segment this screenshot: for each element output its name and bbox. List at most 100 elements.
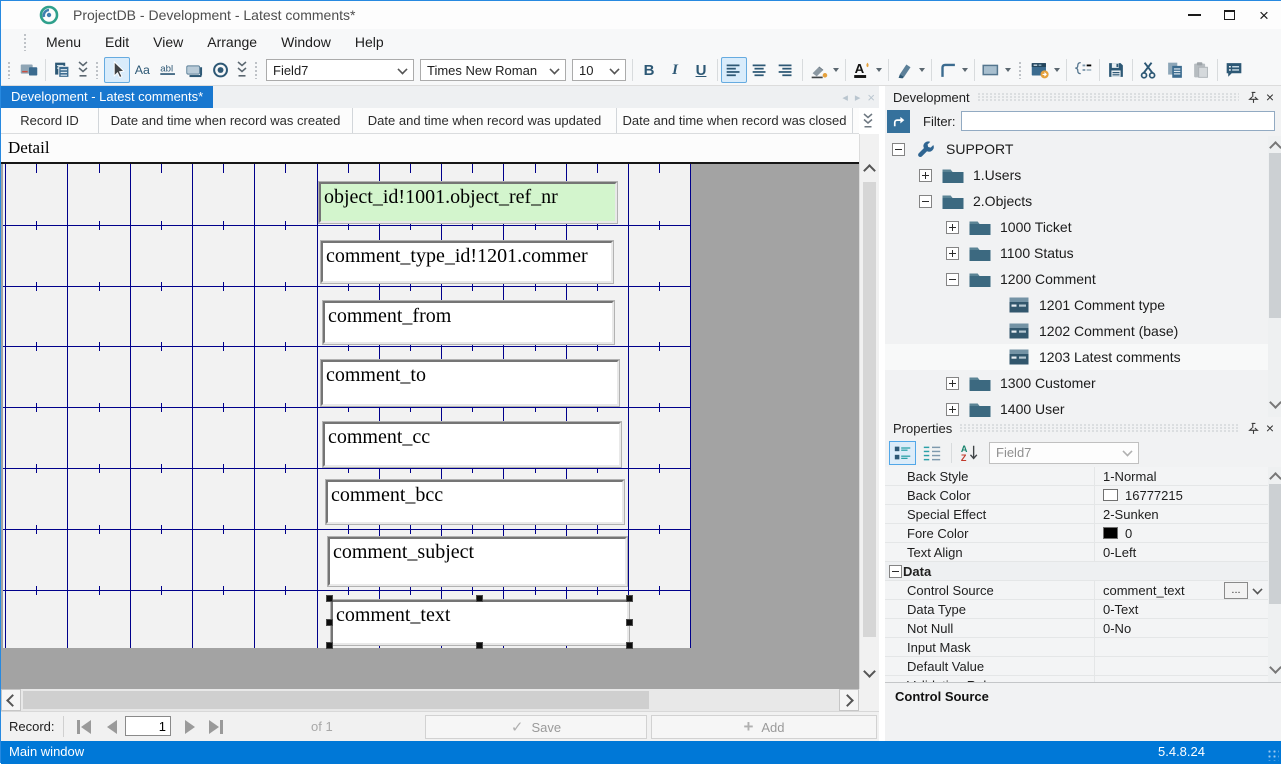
expand-plus-icon[interactable] (919, 169, 932, 182)
highlighter-icon[interactable] (892, 57, 918, 83)
designer-horizontal-scrollbar[interactable] (1, 689, 859, 711)
font-color-icon[interactable]: A (849, 57, 875, 83)
align-left-icon[interactable] (721, 57, 747, 83)
tree-item-1203-latest-comments[interactable]: 1203 Latest comments (885, 344, 1268, 370)
underline-icon[interactable]: U (688, 57, 714, 83)
minimize-button[interactable] (1179, 1, 1209, 29)
close-button[interactable]: × (1249, 1, 1279, 29)
property-row-not-null[interactable]: Not Null0-No (885, 619, 1268, 638)
form-field-comment-text[interactable]: comment_text (331, 600, 629, 645)
chevron-down-icon[interactable] (876, 68, 882, 72)
add-button[interactable]: + Add (651, 715, 877, 739)
scroll-down-icon[interactable] (1271, 663, 1280, 681)
font-size-combo[interactable]: 10 (572, 59, 626, 81)
selection-handle[interactable] (326, 619, 333, 626)
toolbar-overflow-chevron[interactable] (75, 57, 91, 83)
designer-workspace[interactable]: object_id!1001.object_ref_nrcomment_type… (1, 164, 859, 689)
tree-scroll-thumb[interactable] (1269, 153, 1281, 318)
scroll-right-button[interactable] (839, 689, 859, 711)
column-header-1[interactable]: Record ID (1, 108, 99, 133)
filter-go-button[interactable] (887, 110, 910, 133)
form-field-comment-cc[interactable]: comment_cc (323, 422, 621, 467)
tree-item-support[interactable]: SUPPORT (885, 136, 1268, 162)
menu-item-arrange[interactable]: Arrange (195, 29, 269, 55)
chevron-down-icon[interactable] (833, 68, 839, 72)
selection-handle[interactable] (626, 595, 633, 602)
property-row-back-style[interactable]: Back Style1-Normal (885, 467, 1268, 486)
toolbar-grip[interactable] (1018, 61, 1023, 79)
next-record-button[interactable] (179, 718, 201, 735)
tree-item-1200-comment[interactable]: 1200 Comment (885, 266, 1268, 292)
property-object-combo[interactable]: Field7 (989, 442, 1139, 464)
border-corner-icon[interactable] (935, 57, 961, 83)
property-row-fore-color[interactable]: Fore Color0 (885, 524, 1268, 543)
pin-icon[interactable] (1246, 420, 1262, 436)
tree-item-1201-comment-type[interactable]: 1201 Comment type (885, 292, 1268, 318)
italic-icon[interactable]: I (662, 57, 688, 83)
fill-color-icon[interactable] (806, 57, 832, 83)
property-row-special-effect[interactable]: Special Effect2-Sunken (885, 505, 1268, 524)
select-cursor-icon[interactable] (104, 57, 130, 83)
menu-item-menu[interactable]: Menu (34, 29, 93, 55)
form-field-comment-type-id-1201-commer[interactable]: comment_type_id!1201.commer (321, 241, 613, 283)
property-row-control-source[interactable]: Control Sourcecomment_text... (885, 581, 1268, 600)
paste-icon[interactable] (1188, 57, 1214, 83)
toolbar-grip[interactable] (95, 61, 100, 79)
property-value[interactable]: 16777215 (1125, 488, 1183, 503)
tab-development-latest-comments[interactable]: Development - Latest comments* (1, 86, 213, 108)
maximize-button[interactable] (1214, 1, 1244, 29)
scroll-up-icon[interactable] (865, 162, 874, 180)
textbox-tool-icon[interactable]: abl (156, 57, 182, 83)
cut-icon[interactable] (1136, 57, 1162, 83)
bold-icon[interactable]: B (636, 57, 662, 83)
tab-scroll-right-icon[interactable]: ▸ (855, 91, 861, 104)
horizontal-scroll-thumb[interactable] (23, 691, 649, 709)
selection-handle[interactable] (326, 642, 333, 649)
menu-item-help[interactable]: Help (343, 29, 396, 55)
tree-item-1100-status[interactable]: 1100 Status (885, 240, 1268, 266)
font-name-combo[interactable]: Times New Roman (420, 59, 566, 81)
form-field-comment-from[interactable]: comment_from (323, 301, 614, 344)
selection-handle[interactable] (476, 595, 483, 602)
vertical-scroll-thumb[interactable] (863, 182, 876, 637)
tree-item-1400-user[interactable]: 1400 User (885, 396, 1268, 417)
menu-grip[interactable] (23, 33, 28, 51)
detail-section-band[interactable]: Detail (1, 134, 859, 164)
column-header-2[interactable]: Date and time when record was created (99, 108, 353, 133)
chevron-down-icon[interactable] (1005, 68, 1011, 72)
toolbar-grip[interactable] (254, 61, 259, 79)
option-tool-icon[interactable] (208, 57, 234, 83)
property-value[interactable]: 0-Text (1103, 602, 1138, 617)
property-row-default-value[interactable]: Default Value (885, 657, 1268, 676)
record-number-input[interactable] (125, 716, 171, 736)
menu-item-window[interactable]: Window (269, 29, 343, 55)
save-button[interactable]: ✓ Save (425, 715, 647, 739)
form-settings-icon[interactable] (1027, 57, 1053, 83)
property-value[interactable]: 1-Normal (1103, 469, 1156, 484)
panel-close-icon[interactable]: × (1266, 90, 1274, 104)
expand-plus-icon[interactable] (946, 403, 959, 416)
scroll-down-icon[interactable] (1271, 398, 1280, 416)
expand-plus-icon[interactable] (946, 377, 959, 390)
tree-item-1-users[interactable]: 1.Users (885, 162, 1268, 188)
toolbar-grip[interactable] (7, 61, 12, 79)
chevron-down-icon[interactable] (1054, 68, 1060, 72)
properties-scroll-thumb[interactable] (1269, 484, 1281, 604)
panel-close-icon[interactable]: × (1266, 421, 1274, 435)
property-value[interactable]: 0 (1125, 526, 1132, 541)
ellipsis-button[interactable]: ... (1224, 582, 1248, 599)
tab-close-icon[interactable]: × (867, 90, 875, 105)
field-selector-combo[interactable]: Field7 (266, 59, 414, 81)
property-row-input-mask[interactable]: Input Mask (885, 638, 1268, 657)
designer-vertical-scrollbar[interactable] (859, 134, 879, 689)
chevron-down-icon[interactable] (919, 68, 925, 72)
selection-handle[interactable] (476, 642, 483, 649)
property-row-data[interactable]: Data (885, 562, 1268, 581)
align-center-icon[interactable] (747, 57, 773, 83)
toolbar-overflow-chevron[interactable] (234, 57, 250, 83)
collapse-minus-icon[interactable] (919, 195, 932, 208)
expand-plus-icon[interactable] (946, 221, 959, 234)
collapse-minus-icon[interactable] (892, 143, 905, 156)
pages-icon[interactable] (49, 57, 75, 83)
report-icon[interactable] (16, 57, 42, 83)
